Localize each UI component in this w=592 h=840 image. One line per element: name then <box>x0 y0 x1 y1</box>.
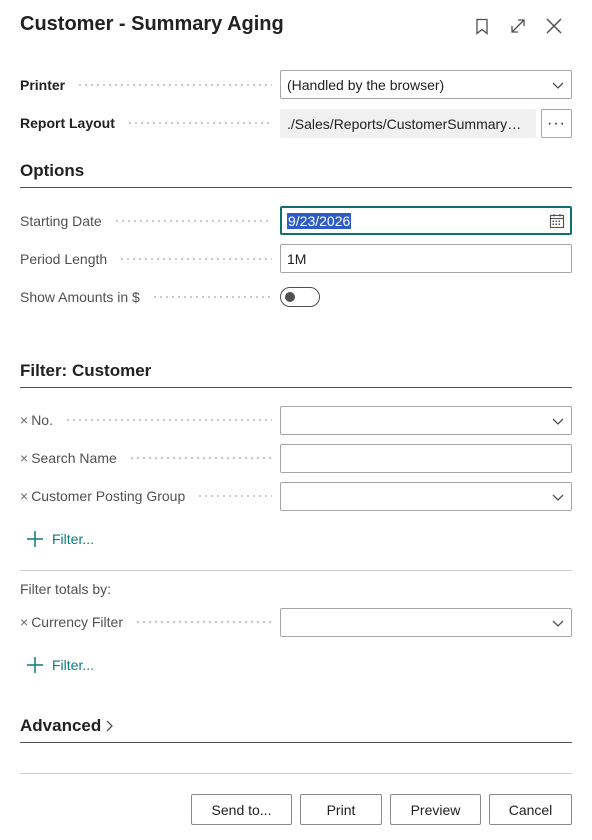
filter-customer-section-title: Filter: Customer <box>20 361 572 388</box>
starting-date-value: 9/23/2026 <box>287 212 352 229</box>
remove-filter-posting-group-icon[interactable]: × <box>20 488 28 504</box>
starting-date-label: Starting Date <box>20 211 272 231</box>
preview-button[interactable]: Preview <box>390 794 481 825</box>
filter-divider <box>20 570 572 571</box>
report-layout-more-button[interactable]: ··· <box>541 109 572 138</box>
report-layout-label: Report Layout <box>20 113 272 133</box>
plus-icon <box>27 531 43 547</box>
options-section-title: Options <box>20 161 572 188</box>
bookmark-icon[interactable] <box>470 14 494 38</box>
show-amounts-label: Show Amounts in $ <box>20 287 272 307</box>
remove-filter-no-icon[interactable]: × <box>20 412 28 428</box>
send-to-button[interactable]: Send to... <box>191 794 292 825</box>
print-button[interactable]: Print <box>300 794 382 825</box>
starting-date-input[interactable]: 9/23/2026 <box>280 206 572 235</box>
plus-icon <box>27 657 43 673</box>
period-length-input[interactable]: 1M <box>280 244 572 273</box>
period-length-label: Period Length <box>20 249 272 269</box>
close-icon[interactable] <box>542 14 566 38</box>
chevron-down-icon <box>552 620 564 627</box>
footer-divider <box>20 773 572 774</box>
filter-no-label: × No. <box>20 410 272 430</box>
filter-search-name-input[interactable] <box>280 444 572 473</box>
add-customer-filter-link[interactable]: Filter... <box>26 530 94 548</box>
filter-posting-group-label: × Customer Posting Group <box>20 486 272 506</box>
report-layout-field[interactable]: ./Sales/Reports/CustomerSummaryAging.rdl… <box>280 109 536 138</box>
chevron-down-icon <box>552 418 564 425</box>
printer-select[interactable]: (Handled by the browser) <box>280 70 572 99</box>
filter-posting-group-select[interactable] <box>280 482 572 511</box>
filter-totals-title: Filter totals by: <box>20 581 112 597</box>
remove-filter-currency-icon[interactable]: × <box>20 614 28 630</box>
filter-currency-select[interactable] <box>280 608 572 637</box>
show-amounts-toggle[interactable] <box>280 287 320 307</box>
expand-icon[interactable] <box>506 14 530 38</box>
calendar-icon[interactable] <box>549 213 565 229</box>
printer-label: Printer <box>20 75 272 95</box>
page-title: Customer - Summary Aging <box>20 13 284 35</box>
toggle-knob <box>285 292 295 302</box>
chevron-down-icon <box>552 494 564 501</box>
filter-search-name-label: × Search Name <box>20 448 272 468</box>
cancel-button[interactable]: Cancel <box>489 794 572 825</box>
chevron-down-icon <box>552 82 564 89</box>
filter-no-select[interactable] <box>280 406 572 435</box>
remove-filter-search-name-icon[interactable]: × <box>20 450 28 466</box>
advanced-section-toggle[interactable]: Advanced <box>20 716 572 743</box>
add-totals-filter-link[interactable]: Filter... <box>26 656 94 674</box>
filter-currency-label: × Currency Filter <box>20 612 272 632</box>
chevron-right-icon <box>106 720 114 732</box>
